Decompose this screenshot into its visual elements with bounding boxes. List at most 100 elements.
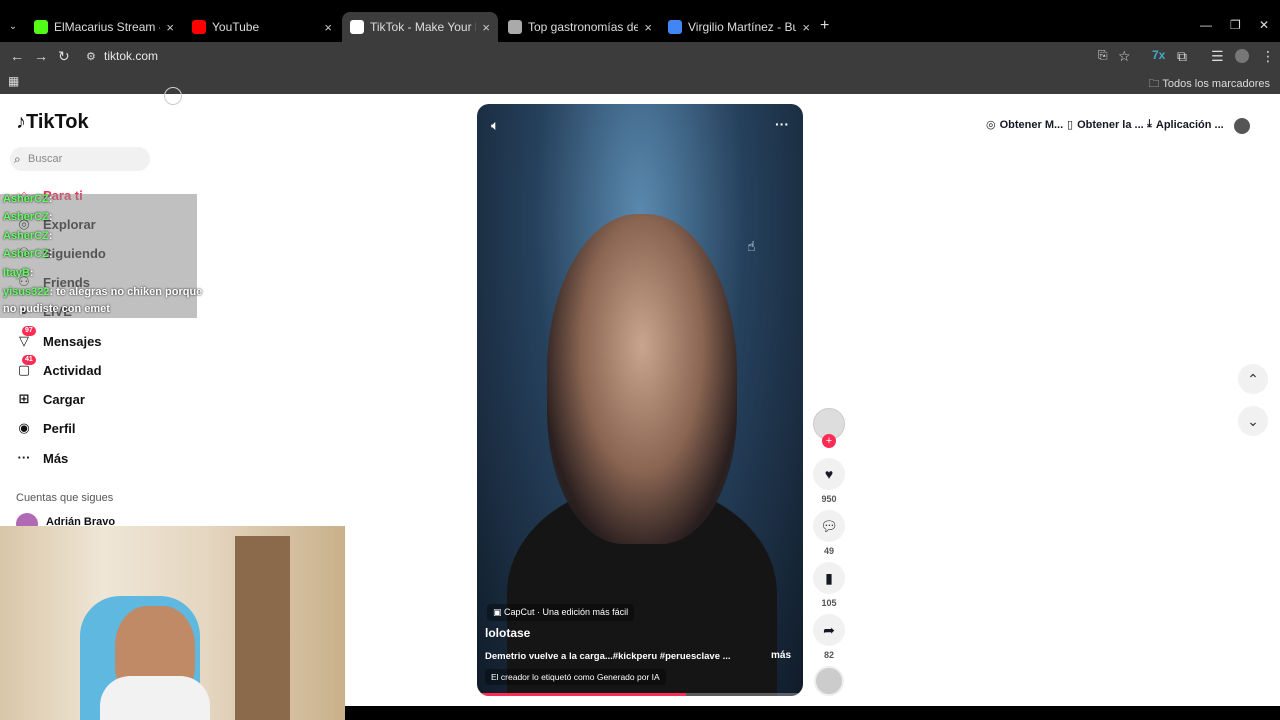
browser-tab[interactable]: TikTok - Make Your Day × [342,12,498,42]
close-tab-icon[interactable]: × [644,20,652,35]
video-author[interactable]: lolotase [485,626,530,640]
tab-search-icon[interactable]: ⌄ [4,18,22,36]
chat-message: AsherCZ: [3,193,53,205]
forward-icon[interactable]: → [34,48,48,64]
bottom-strip [345,706,1280,720]
more-button[interactable]: más [771,650,791,661]
chat-text: : [48,248,53,260]
browser-tab[interactable]: YouTube × [184,14,340,40]
address-bar: ← → ↻ ⚙ tiktok.com ⎘ ☆ 7x ⧉ ☰ ⋮ [0,42,1280,70]
chat-username: ItayB [3,267,30,279]
top-action-button[interactable]: ▯ Obtener la ... [1067,118,1144,132]
previous-video-button[interactable]: ⌃ [1238,364,1268,394]
extensions-puzzle-icon[interactable]: ⧉ [1177,48,1187,65]
browser-tab[interactable]: Virgilio Martínez - Buscar con G × [660,14,818,40]
share-button[interactable]: ➦ [813,614,845,646]
install-icon[interactable]: ⎘ [1098,48,1108,63]
chat-text: : [29,267,34,279]
video-progress-bar[interactable] [477,693,803,696]
chat-text: : te alegras no chiken porque [49,286,203,298]
coin-icon: ◎ [986,119,996,131]
chat-message: ItayB: [3,267,34,279]
sidebar-item-perfil[interactable]: ◉ Perfil [16,417,75,439]
close-window-icon[interactable]: ✕ [1259,18,1269,32]
volume-icon[interactable]: 🔈︎ [491,117,499,134]
site-info-icon[interactable]: ⚙ [86,50,96,63]
sidebar-item-actividad[interactable]: ▢ 41 Actividad [16,355,102,381]
top-action-button[interactable]: ◎ Obtener M... [986,118,1063,132]
close-tab-icon[interactable]: × [166,20,174,35]
search-placeholder: Buscar [28,153,63,165]
share-icon: ➦ [823,622,835,638]
youtube-icon [192,20,206,34]
top-action-button[interactable]: ⤓ Aplicación ... [1147,118,1224,131]
stream-chat-overlay: AsherCZ: AsherCZ: AsherCZ: AsherCZ: ItayB: yi… [0,193,202,318]
new-tab-button[interactable]: + [820,17,829,35]
close-tab-icon[interactable]: × [324,20,332,35]
video-options-icon[interactable]: ··· [775,116,789,132]
music-disc-avatar[interactable] [814,666,844,696]
comment-count: 49 [823,546,834,556]
heart-icon: ♥ [824,466,834,482]
close-tab-icon[interactable]: × [482,20,490,35]
save-count: 105 [821,598,837,608]
following-section-title: Cuentas que sigues [16,492,114,504]
url-text[interactable]: tiktok.com [104,49,158,63]
user-avatar[interactable] [1234,118,1250,134]
search-icon: ⌕ [14,152,21,166]
chat-username: AsherCZ [3,230,49,242]
sidebar-item-mensajes[interactable]: ▽ 97 Mensajes [16,326,102,352]
media-icon[interactable]: ☰ [1211,48,1224,65]
extension-icon[interactable]: 7x [1152,48,1165,62]
notification-badge: 97 [22,326,36,336]
tab-title: Virgilio Martínez - Buscar con G [688,20,797,34]
like-count: 950 [821,494,837,504]
chat-message: AsherCZ: [3,230,53,242]
profile-avatar-icon[interactable] [1235,49,1249,63]
chat-username: AsherCZ [3,248,49,260]
search-input[interactable]: ⌕ Buscar [10,147,150,171]
chat-username: yisus322 [3,286,50,298]
profile-icon: ◉ [18,420,30,435]
close-tab-icon[interactable]: × [802,20,810,35]
messages-icon: ▽ 97 [16,326,36,349]
top-action-label: Obtener la ... [1077,118,1144,131]
comment-icon: 💬︎ [820,518,838,534]
tiktok-note-icon: ♪ [16,111,26,133]
logo-text: TikTok [26,111,89,133]
video-player[interactable]: 🔈︎ ··· ▣ CapCut · Una edición más fácil … [477,104,803,696]
browser-tab[interactable]: Top gastronomías del mundo × [500,14,660,40]
capcut-badge[interactable]: ▣ CapCut · Una edición más fácil [487,604,635,621]
back-icon[interactable]: ← [10,48,24,64]
tiktok-logo[interactable]: ♪TikTok [16,111,89,134]
mouse-cursor-icon: ☝ [747,238,756,254]
video-description: Demetrio vuelve a la carga...#kickperu #… [485,651,731,662]
chat-message: no pudiste con emet [3,303,110,315]
sidebar-item-cargar[interactable]: ⊞ Cargar [16,388,85,410]
bookmark-star-icon[interactable]: ☆ [1118,48,1131,65]
video-progress-fill [477,693,686,696]
save-button[interactable]: ▮ [813,562,845,594]
bookmark-icon: ▮ [825,570,833,586]
capcut-icon: ▣ [493,607,505,617]
all-bookmarks[interactable]: 🗀 Todos los marcadores [1149,75,1270,94]
more-icon: ··· [17,450,31,465]
comment-button[interactable]: 💬︎ [813,510,845,542]
minimize-icon[interactable]: — [1200,18,1212,32]
follow-plus-icon[interactable]: + [822,434,836,448]
bookshelf-image [235,536,290,720]
restore-icon[interactable]: ❐ [1230,18,1241,32]
sidebar-item-m-s[interactable]: ··· Más [16,447,69,469]
chat-text: : [48,211,53,223]
tiktok-icon [350,20,364,34]
ai-generated-label: El creador lo etiquetó como Generado por… [485,669,666,685]
reload-icon[interactable]: ↻ [58,48,70,65]
menu-dots-icon[interactable]: ⋮ [1261,48,1275,65]
next-video-button[interactable]: ⌄ [1238,406,1268,436]
browser-tab-strip: ⌄ ElMacarius Stream - Watch Live×YouTube… [0,0,1280,44]
apps-grid-icon[interactable]: ▦ [8,74,19,88]
chat-message: AsherCZ: [3,211,53,223]
like-button[interactable]: ♥ [813,458,845,490]
browser-tab[interactable]: ElMacarius Stream - Watch Live × [26,14,182,40]
kick-icon [34,20,48,34]
